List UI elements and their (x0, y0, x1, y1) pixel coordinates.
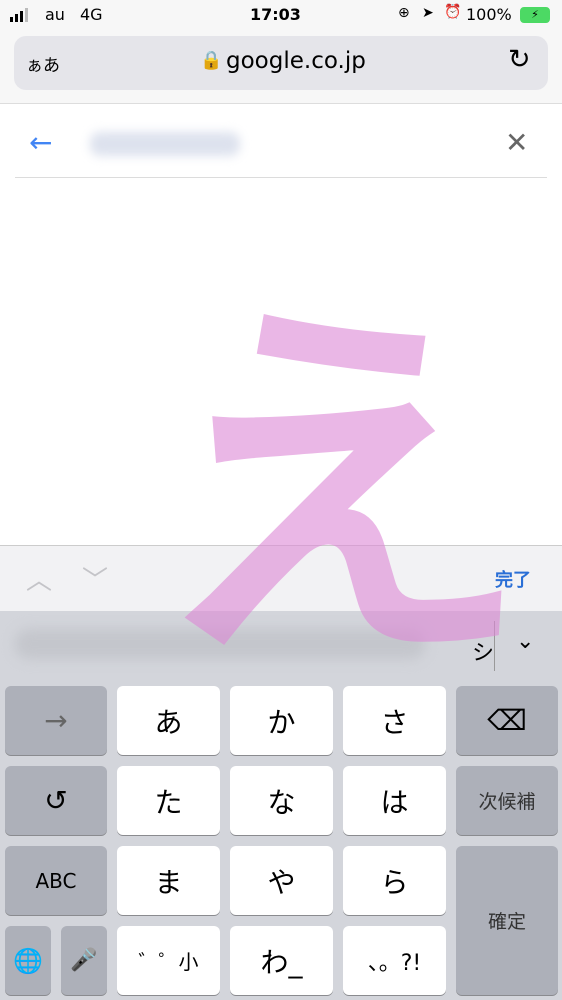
punctuation-key[interactable]: 、。?! (343, 926, 446, 995)
microphone-icon[interactable]: 🎤 (61, 926, 107, 995)
delete-icon[interactable]: ⌫ (456, 686, 558, 755)
signal-icon (10, 8, 28, 22)
keyboard-toolbar: ︿ ﹀ 完了 (0, 545, 562, 611)
key-wa[interactable]: わ_ (230, 926, 333, 995)
key-ha[interactable]: は (343, 766, 446, 835)
confirm-key[interactable]: 確定 (456, 846, 558, 995)
key-ta[interactable]: た (117, 766, 220, 835)
close-icon[interactable]: ✕ (505, 126, 528, 159)
key-ka[interactable]: か (230, 686, 333, 755)
dakuten-key[interactable]: ゛゜小 (117, 926, 220, 995)
expand-candidates-icon[interactable]: ⌄ (516, 629, 534, 654)
search-input[interactable] (90, 132, 240, 156)
url-text[interactable]: google.co.jp (226, 48, 366, 74)
status-bar: au 4G 17:03 ⊕ ➤ ⏰ 100% ⚡ (0, 0, 562, 32)
key-a[interactable]: あ (117, 686, 220, 755)
battery-percent: 100% (466, 5, 512, 24)
candidate-item[interactable]: シ (472, 635, 494, 667)
alarm-icon: ⏰ (444, 4, 462, 20)
key-sa[interactable]: さ (343, 686, 446, 755)
orientation-lock-icon: ⊕ (398, 5, 410, 21)
next-field-button[interactable]: ﹀ (82, 560, 108, 597)
reload-icon[interactable]: ↻ (508, 44, 531, 75)
candidate-list[interactable] (15, 629, 425, 659)
battery-charging-icon: ⚡ (520, 7, 550, 23)
keyboard: シ ⌄ → あ か さ ⌫ ↺ た な は 次候補 ABC ま や ら 確定 🌐… (0, 611, 562, 1000)
clock: 17:03 (250, 5, 301, 24)
carrier: au (45, 5, 65, 24)
next-candidate-key[interactable]: 次候補 (456, 766, 558, 835)
abc-key[interactable]: ABC (5, 846, 107, 915)
address-bar[interactable]: ぁあ 🔒 google.co.jp ↻ (14, 36, 548, 90)
previous-field-button[interactable]: ︿ (26, 560, 52, 597)
location-icon: ➤ (422, 5, 434, 21)
key-ya[interactable]: や (230, 846, 333, 915)
network: 4G (80, 5, 103, 24)
text-size-button[interactable]: ぁあ (26, 51, 60, 76)
divider (494, 621, 495, 671)
undo-icon[interactable]: ↺ (5, 766, 107, 835)
lock-icon: 🔒 (200, 50, 223, 71)
done-button[interactable]: 完了 (495, 566, 531, 592)
next-char-key[interactable]: → (5, 686, 107, 755)
search-row: ← ✕ (15, 110, 547, 178)
browser-bar: ぁあ 🔒 google.co.jp ↻ (0, 32, 562, 104)
key-na[interactable]: な (230, 766, 333, 835)
key-ma[interactable]: ま (117, 846, 220, 915)
globe-icon[interactable]: 🌐 (5, 926, 51, 995)
key-ra[interactable]: ら (343, 846, 446, 915)
back-arrow-icon[interactable]: ← (29, 126, 52, 159)
